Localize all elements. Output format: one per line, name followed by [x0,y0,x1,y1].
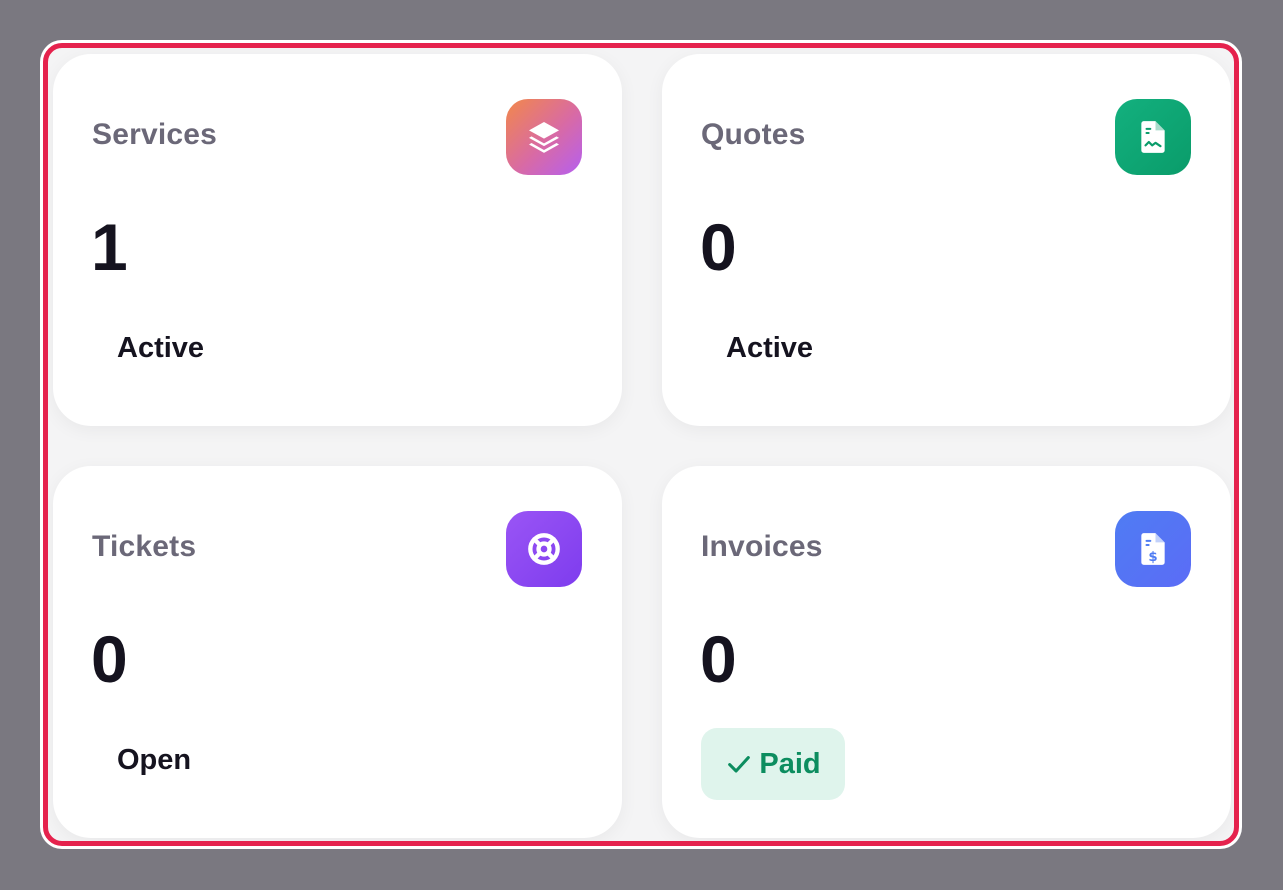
invoices-title: Invoices [701,530,823,563]
services-card[interactable]: Services 1 Active [53,54,622,426]
tickets-card[interactable]: Tickets 0 Open [53,466,622,838]
check-icon [728,756,751,773]
services-status: Active [117,332,205,364]
services-title: Services [92,118,218,151]
invoices-count: 0 [700,622,737,696]
svg-text:$: $ [1148,550,1157,565]
highlight-outline: Services 1 Active Quotes 0 Active Ticket… [43,43,1239,846]
services-count: 1 [91,210,128,284]
tickets-status: Open [117,744,192,776]
quotes-title: Quotes [701,118,806,151]
tickets-count: 0 [91,622,128,696]
layers-icon [506,99,582,175]
document-chart-icon [1115,99,1191,175]
lifebuoy-icon [506,511,582,587]
tickets-title: Tickets [92,530,197,563]
quotes-count: 0 [700,210,737,284]
dashboard-stats-panel: Services 1 Active Quotes 0 Active Ticket… [40,40,1242,849]
quotes-status: Active [726,332,814,364]
paid-status-badge: Paid [701,728,845,800]
invoices-status: Paid [759,747,821,780]
invoice-dollar-icon: $ [1115,511,1191,587]
quotes-card[interactable]: Quotes 0 Active [662,54,1231,426]
invoices-card[interactable]: Invoices $ 0 Paid [662,466,1231,838]
